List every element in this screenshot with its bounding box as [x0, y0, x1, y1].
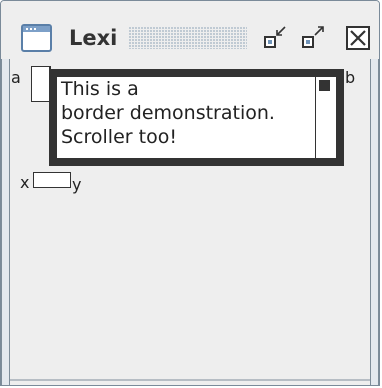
scroller-thumb[interactable] [319, 80, 330, 91]
label-y: y [72, 175, 82, 194]
app-window-icon [21, 24, 52, 52]
title-bar[interactable]: Lexi [1, 1, 379, 59]
small-rectangle-x [33, 172, 71, 188]
window-frame-right[interactable] [369, 59, 379, 385]
close-icon[interactable] [344, 25, 372, 51]
label-b: b [345, 68, 356, 87]
border-text-line-1: This is a [61, 78, 139, 100]
label-x: x [20, 173, 30, 192]
iconify-icon[interactable] [261, 25, 289, 51]
border-text-line-2: border demonstration. [61, 102, 275, 124]
title-bar-texture [129, 27, 247, 49]
small-rectangle-a [31, 66, 51, 102]
vertical-scroller[interactable] [315, 77, 333, 158]
label-a: a [11, 68, 21, 87]
maximize-icon[interactable] [299, 25, 327, 51]
border-demo-text[interactable]: This is a border demonstration. Scroller… [61, 77, 313, 149]
border-text-line-3: Scroller too! [61, 126, 177, 148]
window-frame-bottom[interactable] [10, 379, 370, 381]
window-title: Lexi [69, 26, 118, 50]
lexi-window: Lexi a This is a border demonstration. S… [0, 0, 380, 386]
